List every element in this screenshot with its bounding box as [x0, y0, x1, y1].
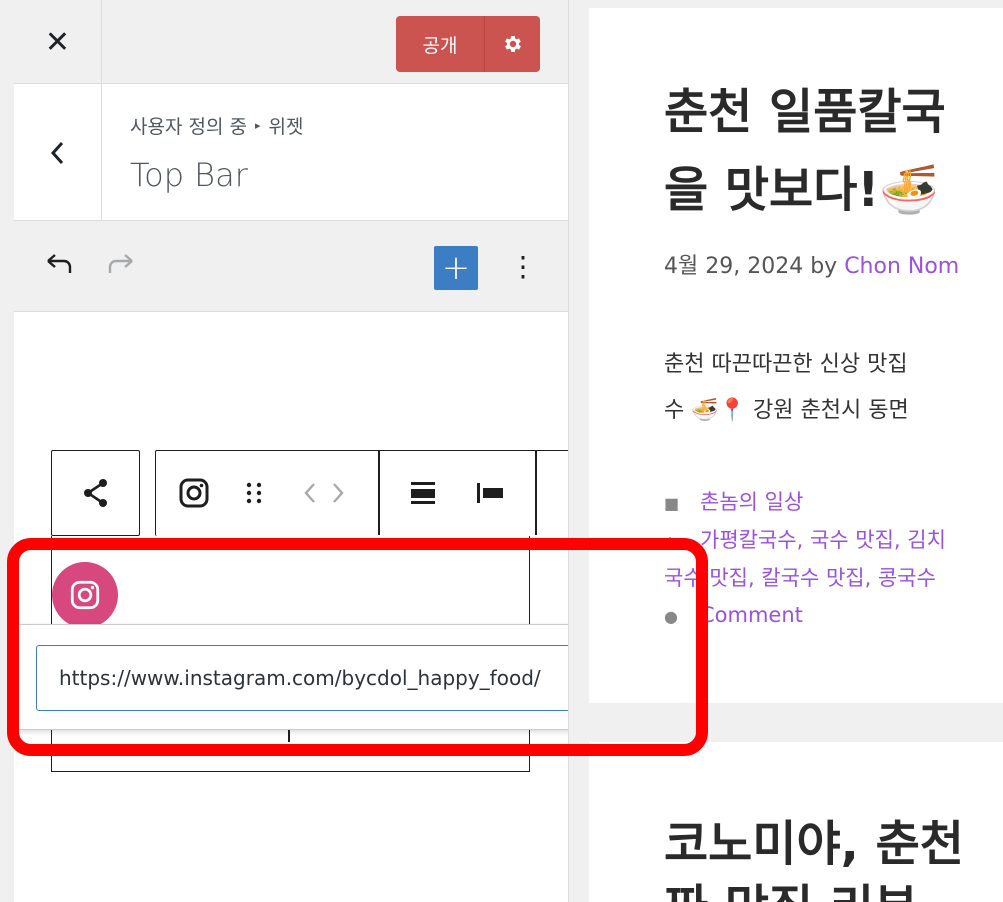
- post-by: by: [803, 254, 845, 279]
- post-excerpt: 춘천 따끈따끈한 신상 맛집 수 🍜📍 강원 춘천시 동면: [664, 342, 909, 434]
- publish-settings-button[interactable]: [484, 16, 540, 72]
- redo-icon: [108, 254, 133, 273]
- instagram-icon: [179, 478, 209, 508]
- align-left-icon: [477, 483, 503, 503]
- post-author[interactable]: Chon Nom: [844, 254, 959, 279]
- block-toolbar: ⋮: [155, 450, 568, 536]
- options-button[interactable]: ⋮: [508, 247, 538, 287]
- move-buttons[interactable]: [300, 451, 348, 535]
- redo-button[interactable]: [104, 247, 140, 283]
- post-meta: 4월 29, 2024 by Chon Nom: [664, 248, 959, 280]
- instagram-social-link[interactable]: [52, 562, 118, 628]
- post-tags[interactable]: 가평칼국수, 국수 맛집, 김치: [700, 528, 946, 552]
- post-card: 춘천 일품칼국 을 맛보다!🍜 4월 29, 2024 by Chon Nom …: [589, 8, 1003, 703]
- gear-icon: [504, 36, 521, 52]
- align-button[interactable]: [474, 451, 506, 535]
- section-header: 사용자 정의 중 ▸ 위젯 Top Bar: [14, 84, 568, 221]
- folder-icon: ■: [664, 494, 680, 513]
- post-category[interactable]: 촌놈의 일상: [700, 490, 803, 514]
- publish-button[interactable]: 공개: [396, 16, 484, 72]
- link-popover: [14, 624, 568, 730]
- post-title-line[interactable]: 코노미야, 춘천: [664, 814, 964, 874]
- post-title-line[interactable]: 짜 맛집 리뷰: [664, 878, 918, 902]
- move-arrows-icon: [304, 483, 344, 503]
- undo-button[interactable]: [40, 247, 76, 283]
- toolbar-divider: [535, 451, 537, 535]
- customizer-header: ✕ 공개: [14, 0, 568, 84]
- undo-icon: [47, 254, 72, 273]
- tag-icon: ◆: [664, 532, 677, 551]
- editor-toolbar: + ⋮: [14, 221, 568, 312]
- select-parent-button[interactable]: [51, 450, 140, 536]
- post-title-line[interactable]: 춘천 일품칼국: [664, 82, 946, 142]
- add-block-button[interactable]: +: [434, 246, 478, 290]
- customizer-sidebar: ✕ 공개 사용자 정의 중 ▸ 위젯 Top Bar + ⋮ https://w…: [14, 0, 568, 902]
- post-title-line[interactable]: 을 맛보다!🍜: [664, 160, 939, 220]
- drag-handle-icon: [246, 482, 262, 504]
- url-input[interactable]: [36, 645, 568, 711]
- comment-link[interactable]: Comment: [700, 603, 803, 627]
- back-button[interactable]: [14, 84, 102, 221]
- block-divider: [288, 730, 290, 742]
- drag-handle[interactable]: [244, 451, 264, 535]
- close-button[interactable]: ✕: [14, 0, 102, 84]
- close-icon: ✕: [44, 24, 71, 60]
- breadcrumb-part-widgets: 위젯: [268, 116, 304, 138]
- site-preview: 춘천 일품칼국 을 맛보다!🍜 4월 29, 2024 by Chon Nom …: [568, 0, 1003, 902]
- post-date[interactable]: 4월 29, 2024: [664, 254, 803, 279]
- post-footer: ■ 촌놈의 일상 ◆ 가평칼국수, 국수 맛집, 김치 국수 맛집, 칼국수 맛집,…: [664, 484, 946, 635]
- post-card: 코노미야, 춘천 짜 맛집 리뷰: [589, 742, 1003, 902]
- instagram-icon: [70, 580, 100, 610]
- breadcrumb-separator: ▸: [254, 119, 261, 132]
- justify-button[interactable]: [408, 451, 438, 535]
- comment-icon: ●: [664, 607, 678, 626]
- publish-group: 공개: [396, 16, 540, 72]
- justify-items-icon: [411, 482, 435, 504]
- breadcrumb-part-customizing: 사용자 정의 중: [130, 116, 247, 138]
- section-title: Top Bar: [130, 156, 248, 194]
- chevron-left-icon: [50, 141, 63, 164]
- share-icon: [83, 479, 107, 507]
- excerpt-line: 수 🍜📍 강원 춘천시 동면: [664, 398, 909, 423]
- post-tags-continued[interactable]: 국수 맛집, 칼국수 맛집, 콩국수: [664, 566, 936, 590]
- excerpt-line: 춘천 따끈따끈한 신상 맛집: [664, 352, 908, 377]
- block-switcher-button[interactable]: [178, 451, 210, 535]
- breadcrumb: 사용자 정의 중 ▸ 위젯: [130, 112, 303, 139]
- toolbar-divider: [378, 451, 380, 535]
